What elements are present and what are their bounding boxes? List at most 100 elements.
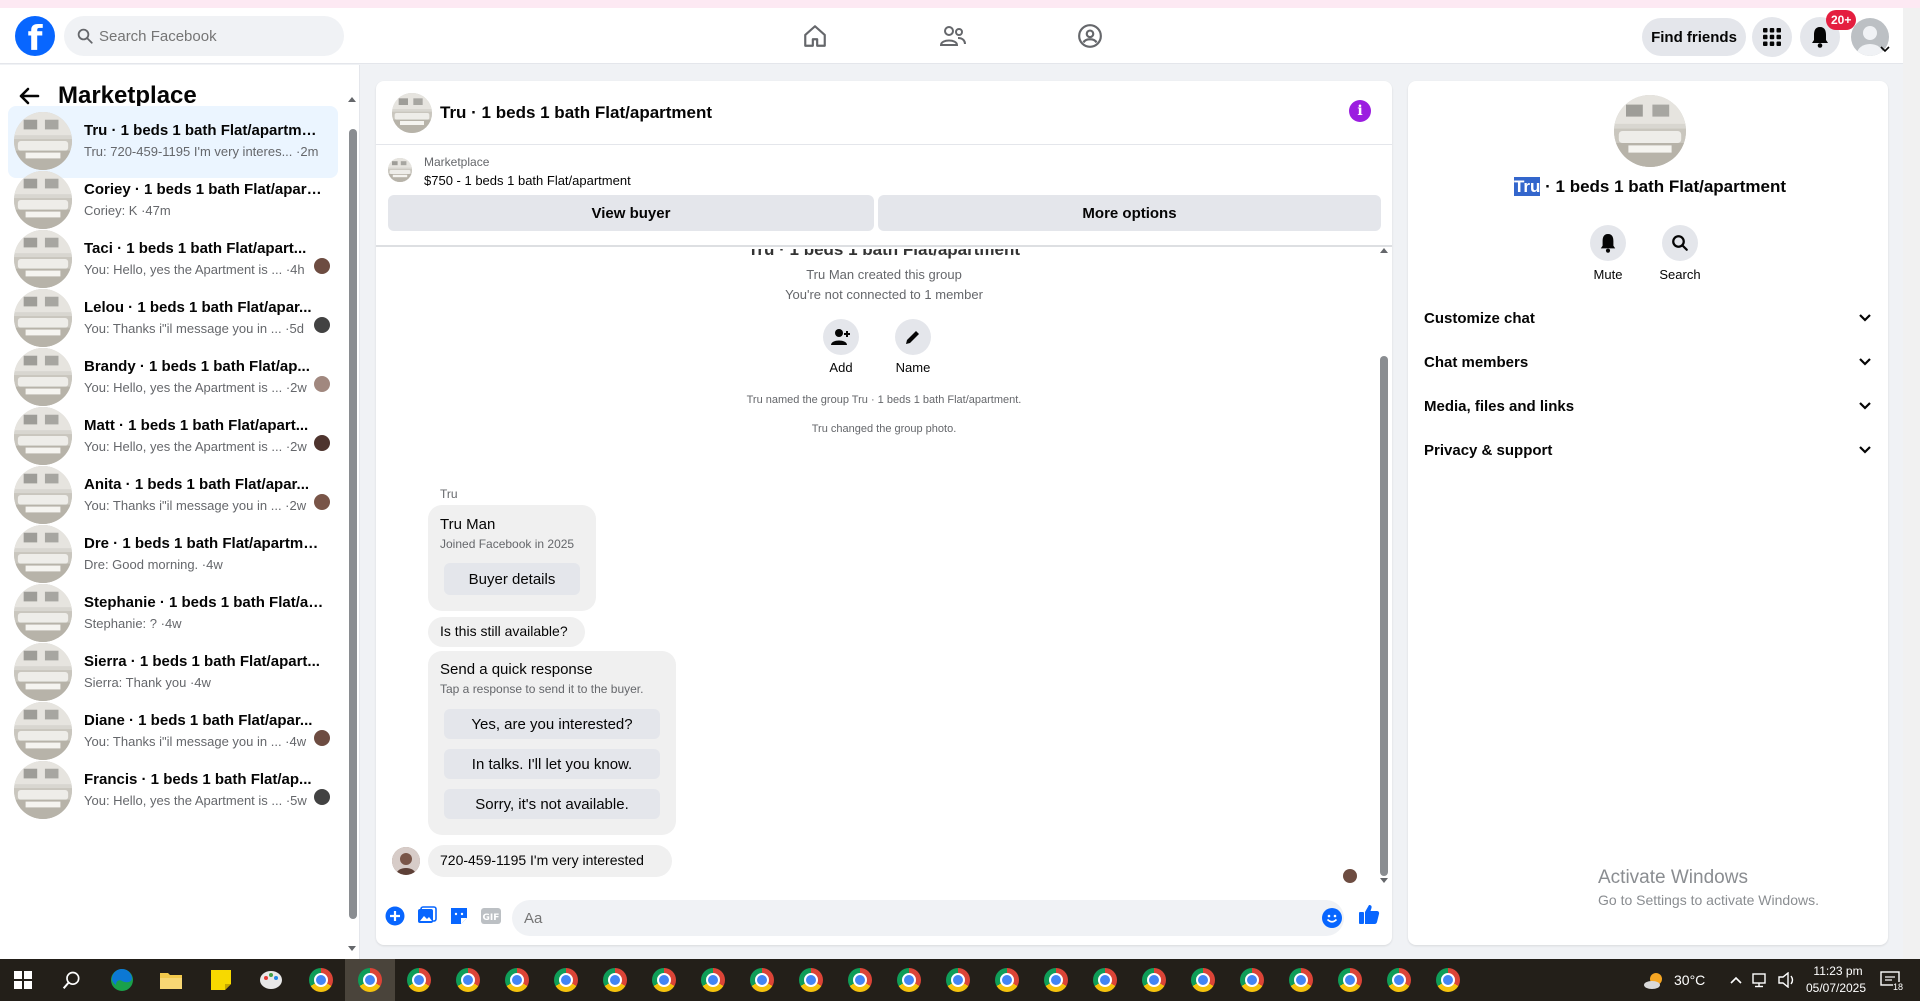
accordion-label: Privacy & support	[1424, 441, 1553, 459]
chrome-browser-icon[interactable]	[551, 965, 581, 995]
quick-reply-in-talks[interactable]: In talks. I'll let you know.	[444, 749, 660, 779]
chrome-browser-icon[interactable]	[355, 965, 385, 995]
scroll-down-arrow-icon[interactable]	[347, 945, 357, 953]
weather-temperature[interactable]: 30°C	[1674, 972, 1705, 988]
conversation-thumbnail	[14, 407, 72, 465]
thumbs-up-icon[interactable]	[1358, 903, 1380, 925]
search-conversation-button[interactable]: Search	[1650, 225, 1710, 282]
edge-browser-icon[interactable]	[107, 965, 137, 995]
back-arrow-icon[interactable]	[18, 85, 40, 107]
chrome-browser-icon[interactable]	[1041, 965, 1071, 995]
accordion-item[interactable]: Media, files and links	[1424, 384, 1872, 428]
chevron-down-icon	[1859, 314, 1871, 322]
add-member-button[interactable]: Add	[811, 319, 871, 375]
taskbar-search-icon[interactable]	[57, 965, 87, 995]
quick-reply-yes[interactable]: Yes, are you interested?	[444, 709, 660, 739]
chrome-browser-icon[interactable]	[1139, 965, 1169, 995]
quick-reply-not-available[interactable]: Sorry, it's not available.	[444, 789, 660, 819]
search-box[interactable]	[64, 16, 344, 56]
mute-button[interactable]: Mute	[1578, 225, 1638, 282]
conversation-snippet: You: Hello, yes the Apartment is ... ·4h	[84, 262, 305, 277]
conversation-item[interactable]: Francis · 1 beds 1 bath Flat/ap... You: H…	[8, 755, 338, 827]
tray-chevron-up-icon[interactable]	[1730, 976, 1742, 984]
buyer-avatar[interactable]	[392, 847, 420, 875]
facebook-logo-icon[interactable]: f	[15, 16, 55, 56]
chat-scroll-down-icon[interactable]	[1379, 877, 1389, 885]
chrome-browser-icon[interactable]	[894, 965, 924, 995]
paint-app-icon[interactable]	[256, 965, 286, 995]
chrome-browser-icon[interactable]	[845, 965, 875, 995]
buyer-details-button[interactable]: Buyer details	[444, 563, 580, 595]
chevron-down-icon	[1859, 446, 1871, 454]
chevron-down-icon[interactable]	[1880, 46, 1890, 54]
find-friends-button[interactable]: Find friends	[1642, 18, 1746, 56]
message-input[interactable]	[512, 900, 1344, 936]
windows-taskbar: 30°C 11:23 pm 05/07/2025 18	[0, 959, 1920, 1001]
sticky-notes-icon[interactable]	[206, 965, 236, 995]
accordion-label: Customize chat	[1424, 309, 1535, 327]
search-input[interactable]	[99, 16, 329, 56]
chrome-browser-icon[interactable]	[1384, 965, 1414, 995]
chrome-browser-icon[interactable]	[1335, 965, 1365, 995]
sidebar-scrollbar[interactable]	[349, 129, 357, 919]
chrome-browser-icon[interactable]	[796, 965, 826, 995]
plus-icon[interactable]	[384, 905, 406, 927]
name-group-button[interactable]: Name	[883, 319, 943, 375]
chrome-browser-icon[interactable]	[1090, 965, 1120, 995]
chrome-browser-icon[interactable]	[747, 965, 777, 995]
info-icon[interactable]: i	[1349, 100, 1371, 122]
gif-icon[interactable]: GIF	[480, 905, 502, 927]
chat-header: Tru · 1 beds 1 bath Flat/apartment i	[376, 81, 1392, 145]
conversation-name: Anita · 1 beds 1 bath Flat/apar...	[84, 476, 310, 493]
sticker-icon[interactable]	[448, 905, 470, 927]
menu-grid-icon[interactable]	[1752, 17, 1792, 57]
network-icon[interactable]	[1752, 972, 1770, 988]
chat-scrollbar[interactable]	[1380, 356, 1388, 876]
emoji-icon[interactable]	[1322, 908, 1342, 928]
scroll-up-arrow-icon[interactable]	[347, 95, 357, 103]
group-photo[interactable]	[1614, 95, 1686, 167]
clock-time[interactable]: 11:23 pm	[1806, 964, 1870, 978]
listing-title[interactable]: $750 - 1 beds 1 bath Flat/apartment	[424, 173, 631, 188]
add-label: Add	[829, 360, 853, 375]
weather-icon[interactable]	[1640, 965, 1670, 995]
clock-date[interactable]: 05/07/2025	[1800, 981, 1872, 995]
volume-icon[interactable]	[1778, 972, 1796, 988]
friends-icon[interactable]	[935, 18, 971, 54]
group-title-cut: Tru · 1 beds 1 bath Flat/apartment	[747, 249, 1021, 259]
windows-start-icon[interactable]	[8, 965, 38, 995]
groups-icon[interactable]	[1072, 18, 1108, 54]
photo-icon[interactable]	[416, 905, 438, 927]
chrome-browser-icon[interactable]	[649, 965, 679, 995]
chat-details-panel: Tru · 1 beds 1 bath Flat/apartment Mute …	[1408, 81, 1888, 945]
accordion-item[interactable]: Privacy & support	[1424, 428, 1872, 472]
home-icon[interactable]	[797, 18, 833, 54]
chrome-browser-icon[interactable]	[306, 965, 336, 995]
chrome-browser-icon[interactable]	[404, 965, 434, 995]
pencil-icon	[906, 331, 919, 344]
accordion-item[interactable]: Chat members	[1424, 340, 1872, 384]
chrome-browser-icon[interactable]	[502, 965, 532, 995]
file-explorer-icon[interactable]	[156, 965, 186, 995]
chrome-browser-icon[interactable]	[600, 965, 630, 995]
read-receipt-avatar	[314, 258, 330, 274]
page-scrollbar[interactable]	[1903, 8, 1920, 959]
conversation-thumbnail	[14, 525, 72, 583]
chrome-browser-icon[interactable]	[943, 965, 973, 995]
chrome-browser-icon[interactable]	[1286, 965, 1316, 995]
conversation-snippet: Tru: 720-459-1195 I'm very interes... ·2…	[84, 144, 319, 159]
chat-title[interactable]: Tru · 1 beds 1 bath Flat/apartment	[440, 103, 712, 123]
conversation-name: Matt · 1 beds 1 bath Flat/apart...	[84, 417, 309, 434]
chrome-browser-icon[interactable]	[698, 965, 728, 995]
accordion-item[interactable]: Customize chat	[1424, 296, 1872, 340]
view-buyer-button[interactable]: View buyer	[388, 195, 874, 231]
chat-scroll-up-icon[interactable]	[1379, 246, 1389, 254]
chat-avatar[interactable]	[392, 93, 432, 133]
listing-thumbnail[interactable]	[388, 158, 412, 182]
chrome-browser-icon[interactable]	[992, 965, 1022, 995]
chrome-browser-icon[interactable]	[1237, 965, 1267, 995]
chrome-browser-icon[interactable]	[453, 965, 483, 995]
more-options-button[interactable]: More options	[878, 195, 1381, 231]
chrome-browser-icon[interactable]	[1433, 965, 1463, 995]
chrome-browser-icon[interactable]	[1188, 965, 1218, 995]
